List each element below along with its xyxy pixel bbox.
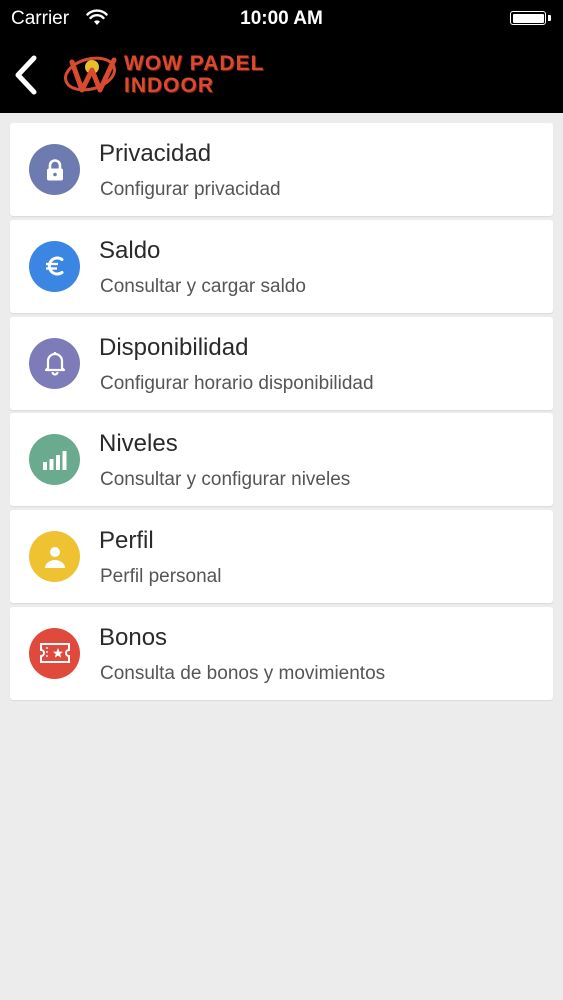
bar-chart-icon: [29, 434, 80, 486]
ticket-icon: [29, 627, 80, 679]
app-header: Carrier 10:00 AM WOW PADEL INDOOR: [0, 0, 563, 113]
status-bar: Carrier 10:00 AM: [0, 0, 563, 38]
battery-icon: [510, 11, 546, 25]
menu-item-niveles[interactable]: Niveles Consultar y configurar niveles: [10, 413, 553, 507]
menu-item-title: Disponibilidad: [99, 333, 249, 361]
logo-text: WOW PADEL INDOOR: [124, 53, 264, 97]
battery-tip: [548, 15, 551, 21]
menu-item-title: Niveles: [99, 430, 178, 458]
back-button[interactable]: [10, 52, 46, 98]
menu-item-privacidad[interactable]: Privacidad Configurar privacidad: [10, 123, 553, 216]
menu-item-title: Perfil: [99, 527, 154, 555]
menu-item-subtitle: Consultar y configurar niveles: [100, 469, 351, 491]
menu-item-saldo[interactable]: Saldo Consultar y cargar saldo: [10, 219, 553, 313]
menu-item-perfil[interactable]: Perfil Perfil personal: [10, 510, 553, 604]
logo-mark-icon: [64, 56, 117, 93]
settings-menu: Privacidad Configurar privacidad Saldo C…: [10, 123, 553, 704]
menu-item-bonos[interactable]: Bonos Consulta de bonos y movimientos: [10, 606, 553, 700]
menu-item-subtitle: Perfil personal: [100, 566, 222, 588]
menu-item-title: Bonos: [99, 623, 168, 651]
euro-icon: [29, 240, 80, 292]
app-logo: WOW PADEL INDOOR: [62, 50, 272, 100]
clock: 10:00 AM: [240, 8, 323, 29]
menu-item-title: Saldo: [99, 236, 161, 264]
lock-icon: [29, 144, 80, 195]
bell-icon: [29, 337, 80, 389]
menu-item-subtitle: Configurar horario disponibilidad: [100, 372, 374, 394]
menu-item-subtitle: Consultar y cargar saldo: [100, 275, 306, 297]
menu-item-subtitle: Configurar privacidad: [100, 179, 281, 200]
menu-item-disponibilidad[interactable]: Disponibilidad Configurar horario dispon…: [10, 316, 553, 410]
logo-line-1: WOW PADEL: [124, 52, 265, 75]
user-icon: [29, 531, 80, 583]
menu-item-title: Privacidad: [99, 140, 212, 167]
menu-item-subtitle: Consulta de bonos y movimientos: [100, 662, 386, 684]
logo-line-2: INDOOR: [124, 74, 214, 97]
